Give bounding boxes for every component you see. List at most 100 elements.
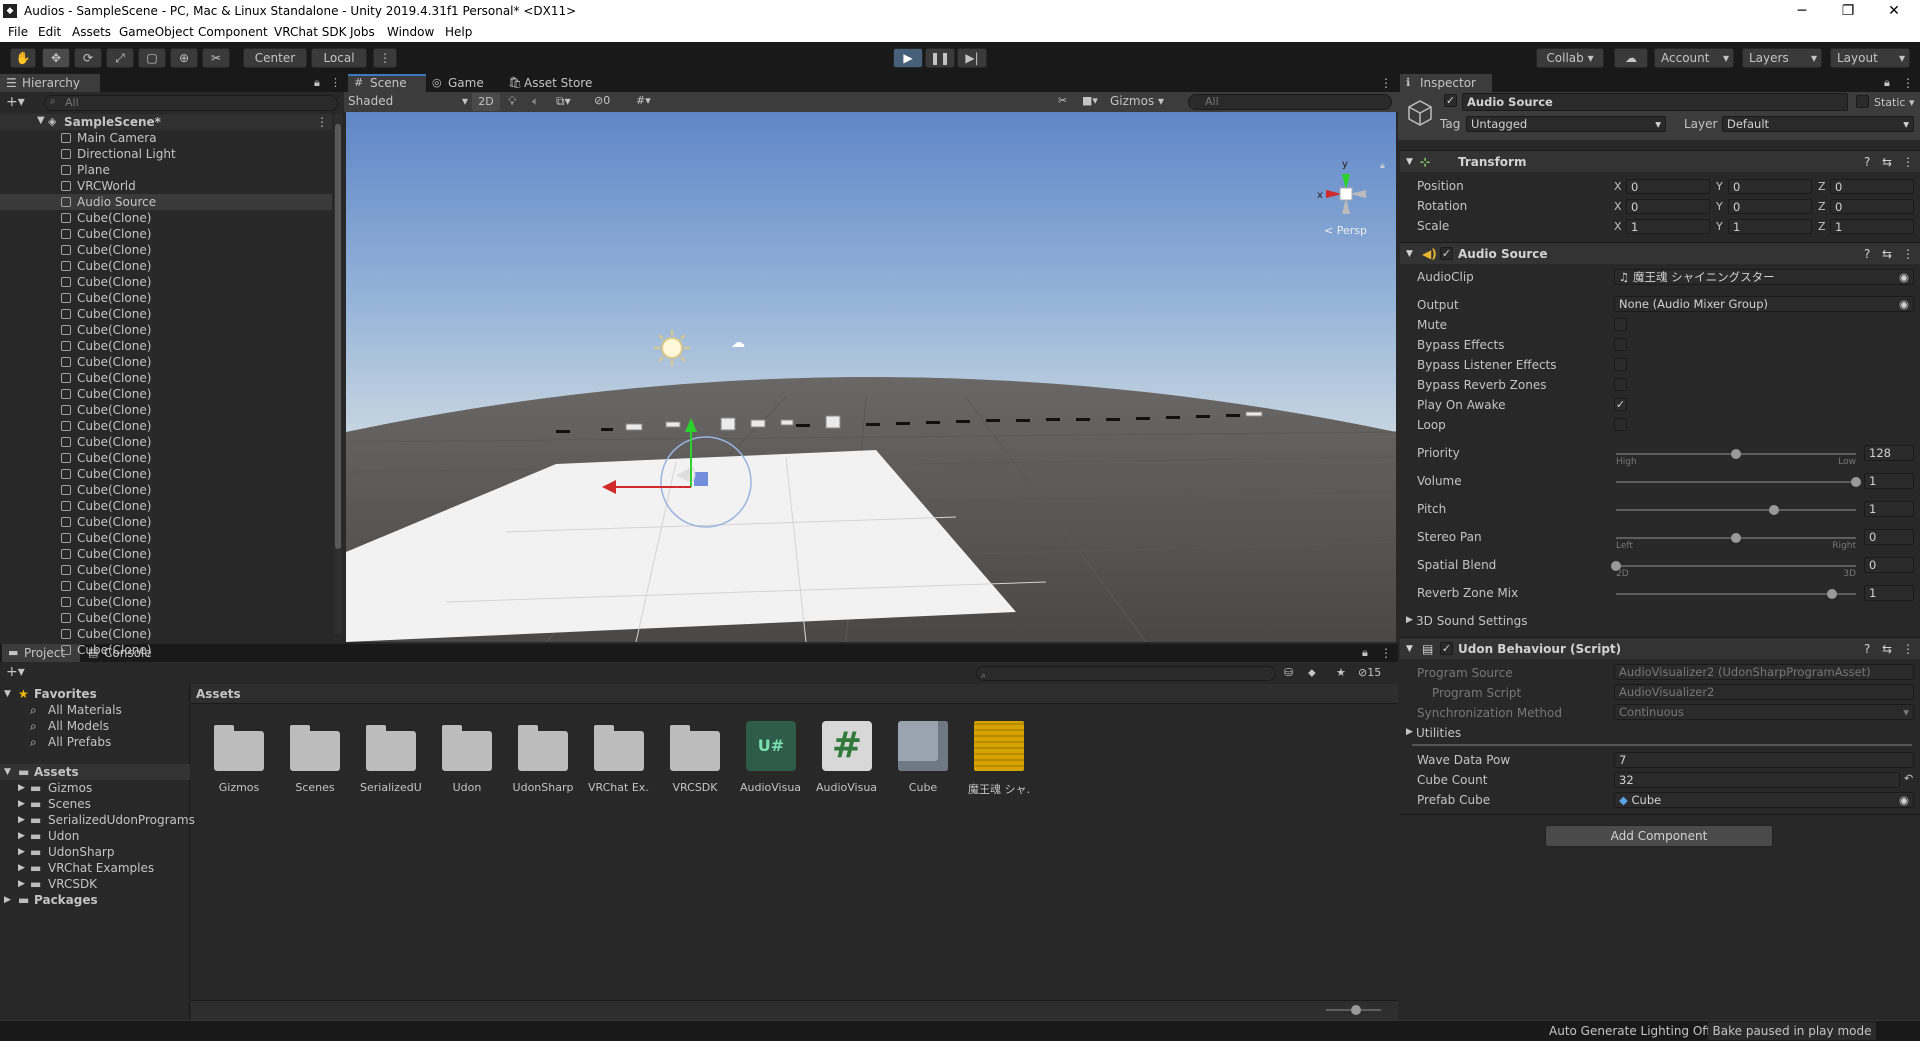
asset-folder-item[interactable]: Gizmos — [48, 780, 92, 796]
camera-icon[interactable]: ■▾ — [1082, 94, 1098, 107]
menu-window[interactable]: Window — [387, 25, 434, 39]
project-lock-icon[interactable]: 🔒︎ — [1362, 646, 1368, 660]
hierarchy-item[interactable]: Cube(Clone) — [0, 242, 332, 258]
menu-edit[interactable]: Edit — [38, 25, 61, 39]
help-icon[interactable]: ? — [1864, 151, 1870, 173]
maximize-button[interactable]: ❐ — [1826, 0, 1870, 22]
rotation-z-input[interactable]: 0 — [1830, 199, 1914, 214]
breadcrumb-assets[interactable]: Assets — [196, 687, 241, 701]
shading-dropdown[interactable]: Shaded ▾ — [348, 94, 468, 110]
collab-button[interactable]: Collab ▾ — [1536, 48, 1604, 68]
asset-folder-item[interactable]: VRCSDK — [48, 876, 97, 892]
help-icon[interactable]: ? — [1864, 243, 1870, 265]
hierarchy-item[interactable]: Cube(Clone) — [0, 210, 332, 226]
hierarchy-item[interactable]: Cube(Clone) — [0, 546, 332, 562]
tag-dropdown[interactable]: Untagged ▾ — [1466, 116, 1666, 132]
expand-arrow-icon[interactable]: ▶ — [18, 812, 25, 828]
transform-header[interactable]: ▼ ⊹ Transform ? ⇆ ⋮ — [1400, 150, 1920, 172]
priority-slider-knob[interactable] — [1731, 449, 1741, 459]
hierarchy-search-input[interactable]: All — [44, 95, 338, 111]
menu-component[interactable]: Component — [198, 25, 268, 39]
hierarchy-item[interactable]: Cube(Clone) — [0, 610, 332, 626]
bypass-reverb-checkbox[interactable] — [1614, 378, 1627, 391]
play-on-awake-checkbox[interactable]: ✓ — [1614, 398, 1627, 411]
custom-tool-icon[interactable]: ✂ — [202, 48, 230, 68]
asset-item[interactable]: SerializedU... — [360, 721, 422, 794]
asset-item[interactable]: # AudioVisual... — [816, 721, 878, 794]
tab-game[interactable]: Game — [448, 76, 484, 90]
hierarchy-item[interactable]: Cube(Clone) — [0, 562, 332, 578]
preset-icon[interactable]: ⇆ — [1882, 638, 1892, 660]
cube-count-input[interactable]: 32 — [1614, 772, 1900, 788]
hidden-objects-icon[interactable]: ⊘0 — [594, 94, 610, 107]
preset-icon[interactable]: ⇆ — [1882, 243, 1892, 265]
object-picker-icon[interactable]: ◉ — [1899, 793, 1909, 807]
scene-search-input[interactable]: All — [1188, 94, 1392, 110]
hierarchy-item[interactable]: Cube(Clone) — [0, 482, 332, 498]
add-component-button[interactable]: Add Component — [1545, 825, 1773, 847]
project-menu-icon[interactable]: ⋮ — [1380, 646, 1392, 660]
lock-icon[interactable]: 🔒︎ — [314, 76, 320, 90]
step-button[interactable]: ▶| — [957, 48, 987, 68]
reverb-mix-slider[interactable] — [1616, 593, 1856, 595]
effects-toggle-icon[interactable]: ⧉▾ — [556, 94, 571, 109]
position-z-input[interactable]: 0 — [1830, 179, 1914, 194]
layers-dropdown[interactable]: Layers ▾ — [1742, 48, 1822, 68]
move-tool-icon[interactable]: ✥ — [42, 48, 70, 68]
spatial-blend-slider[interactable] — [1616, 565, 1856, 567]
hierarchy-item[interactable]: Cube(Clone) — [0, 354, 332, 370]
rect-tool-icon[interactable]: ▢ — [138, 48, 166, 68]
rotation-y-input[interactable]: 0 — [1728, 199, 1812, 214]
hierarchy-item[interactable]: Cube(Clone) — [0, 594, 332, 610]
packages-folder-label[interactable]: Packages — [34, 892, 98, 908]
asset-folder-item[interactable]: Udon — [48, 828, 79, 844]
icon-size-knob[interactable] — [1351, 1005, 1361, 1015]
component-menu-icon[interactable]: ⋮ — [1902, 151, 1914, 173]
hierarchy-item[interactable]: Cube(Clone) — [0, 402, 332, 418]
hierarchy-item[interactable]: Cube(Clone) — [0, 386, 332, 402]
expand-arrow-icon[interactable]: ▶ — [18, 860, 25, 876]
hierarchy-item[interactable]: Cube(Clone) — [0, 338, 332, 354]
asset-item[interactable]: UdonSharp — [512, 721, 574, 794]
sound-3d-foldout[interactable]: 3D Sound Settings — [1416, 614, 1528, 628]
hierarchy-item[interactable]: Cube(Clone) — [0, 290, 332, 306]
audio-source-enabled-checkbox[interactable]: ✓ — [1440, 247, 1453, 260]
hidden-packages-icon[interactable]: ⊘15 — [1358, 666, 1381, 679]
layer-dropdown[interactable]: Default ▾ — [1722, 116, 1914, 132]
favorite-all-models[interactable]: All Models — [48, 718, 109, 734]
bake-status[interactable]: Bake paused in play mode — [1708, 1022, 1876, 1040]
menu-gameobject[interactable]: GameObject — [119, 25, 194, 39]
add-object-icon[interactable]: +▾ — [6, 94, 25, 110]
lighting-status[interactable]: Auto Generate Lighting Off — [1549, 1024, 1711, 1038]
search-by-label-icon[interactable]: ⬥ — [1308, 666, 1316, 680]
pivot-center-button[interactable]: Center — [243, 48, 307, 68]
stereo-pan-input[interactable]: 0 — [1864, 529, 1914, 545]
loop-checkbox[interactable] — [1614, 418, 1627, 431]
reverb-mix-slider-knob[interactable] — [1827, 589, 1837, 599]
play-button[interactable]: ▶ — [893, 48, 923, 68]
expand-arrow-icon[interactable]: ▶ — [18, 844, 25, 860]
stereo-pan-slider-knob[interactable] — [1731, 533, 1741, 543]
inspector-menu-icon[interactable]: ⋮ — [1902, 76, 1914, 90]
scale-tool-icon[interactable]: ⤢ — [106, 48, 134, 68]
asset-item[interactable]: Udon — [436, 721, 498, 794]
bypass-listener-checkbox[interactable] — [1614, 358, 1627, 371]
asset-item[interactable]: U# AudioVisual... — [740, 721, 802, 794]
rotation-x-input[interactable]: 0 — [1626, 199, 1710, 214]
asset-folder-item[interactable]: SerializedUdonPrograms — [48, 812, 195, 828]
output-field[interactable]: None (Audio Mixer Group) ◉ — [1614, 296, 1914, 312]
asset-item[interactable]: VRCSDK — [664, 721, 726, 794]
hierarchy-item[interactable]: Cube(Clone) — [0, 626, 332, 642]
gizmo-lock-icon[interactable]: 🔒︎ — [1380, 161, 1385, 171]
expand-arrow-icon[interactable]: ▶ — [18, 796, 25, 812]
preset-icon[interactable]: ⇆ — [1882, 151, 1892, 173]
hierarchy-item[interactable]: Cube(Clone) — [0, 450, 332, 466]
scale-x-input[interactable]: 1 — [1626, 219, 1710, 234]
udon-enabled-checkbox[interactable]: ✓ — [1440, 642, 1453, 655]
hierarchy-item[interactable]: Cube(Clone) — [0, 578, 332, 594]
active-checkbox[interactable]: ✓ — [1444, 94, 1457, 107]
collapse-arrow-icon[interactable]: ▼ — [4, 686, 11, 702]
asset-item[interactable]: 魔王魂 シャ... — [968, 721, 1030, 797]
scale-z-input[interactable]: 1 — [1830, 219, 1914, 234]
volume-slider[interactable] — [1616, 481, 1856, 483]
